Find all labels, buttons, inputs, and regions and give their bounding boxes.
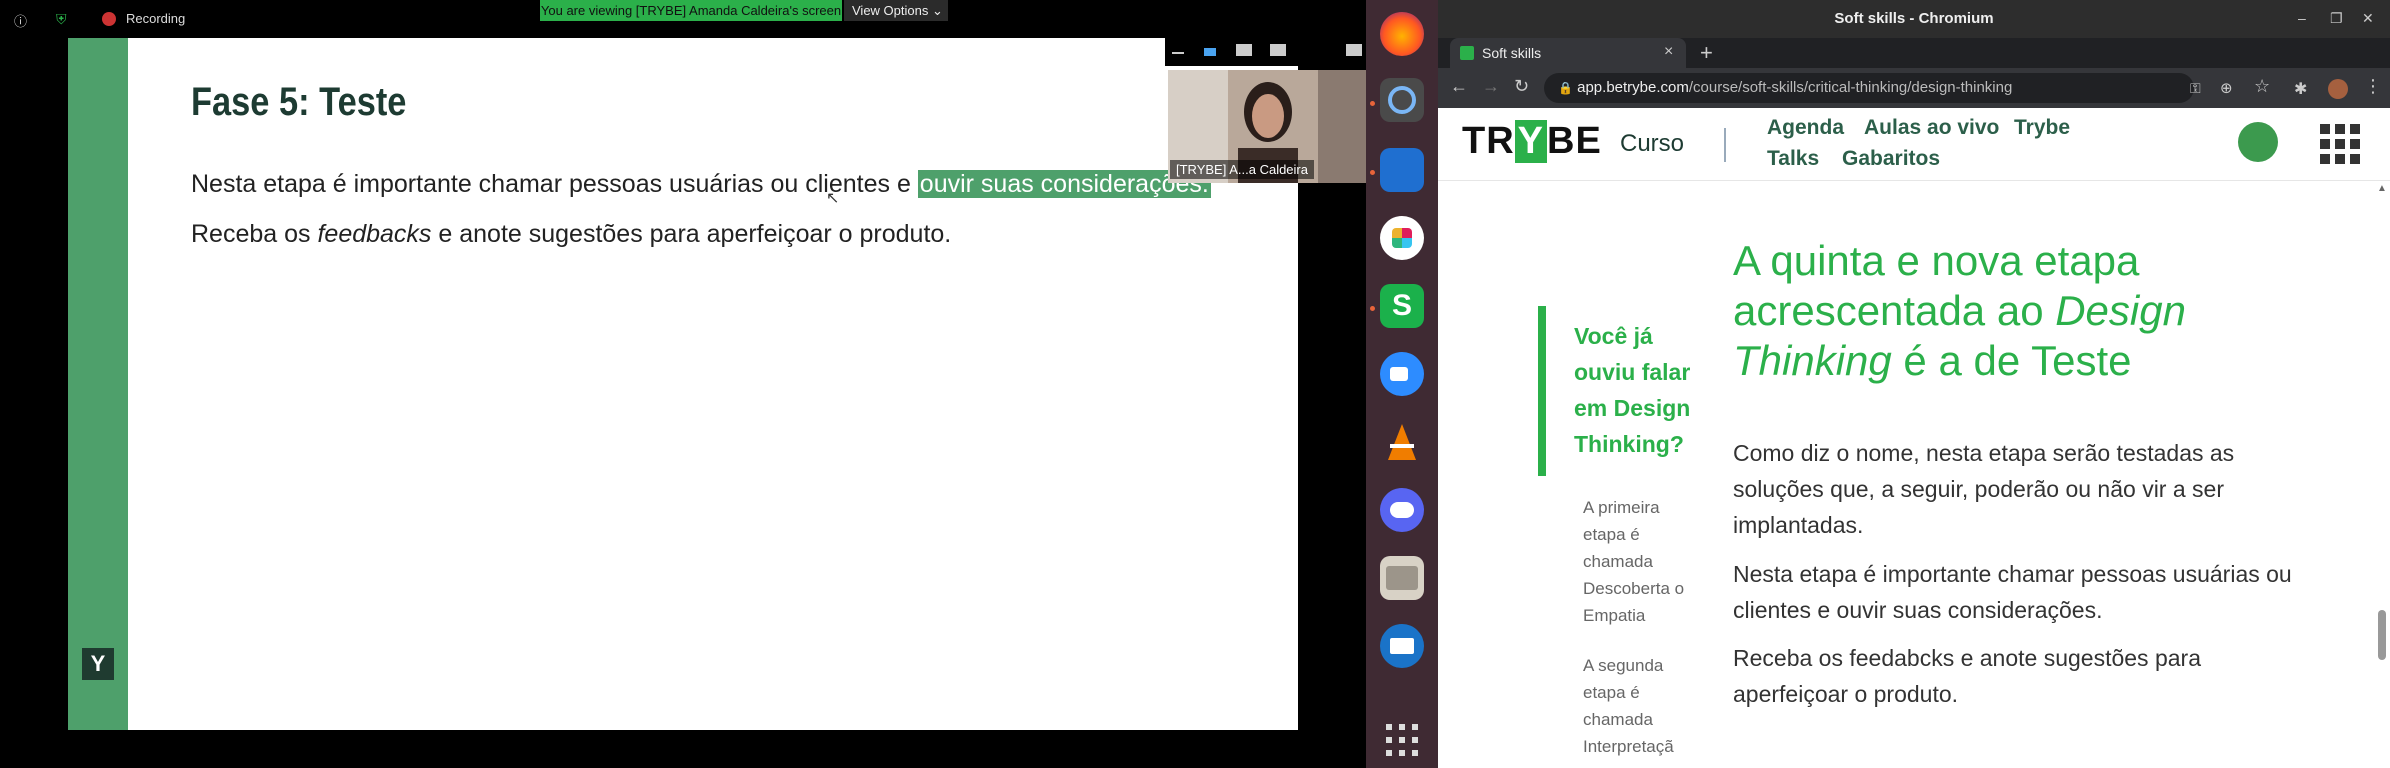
discord-icon[interactable] xyxy=(1380,488,1424,532)
nav-trybe[interactable]: Trybe xyxy=(2014,116,2070,140)
vscode-icon[interactable] xyxy=(1380,148,1424,192)
slide-highlight: ouvir suas considerações. xyxy=(917,170,1211,198)
slide-logo: Y xyxy=(82,648,114,680)
url-path: /course/soft-skills/critical-thinking/de… xyxy=(1688,79,2013,96)
close-window-icon[interactable]: ✕ xyxy=(2362,10,2374,27)
tab-title: Soft skills xyxy=(1482,45,1542,61)
running-indicator xyxy=(1370,170,1375,175)
slide-line-1-text: Nesta etapa é importante chamar pessoas … xyxy=(191,170,918,198)
security-shield-icon[interactable]: ⛨ xyxy=(56,11,67,28)
sidebar-active-bar xyxy=(1538,306,1546,476)
menu-icon[interactable]: ⋮ xyxy=(2364,76,2382,97)
nav-curso[interactable]: Curso xyxy=(1620,130,1684,158)
paragraph-3: Receba os feedabcks e anote sugestões pa… xyxy=(1733,645,2201,707)
slide-line-2: Receba os feedbacks e anote sugestões pa… xyxy=(191,220,951,249)
slide-title: Fase 5: Teste xyxy=(191,80,407,124)
thunderbird-icon[interactable] xyxy=(1380,624,1424,668)
sidebar-item-1[interactable]: A primeira etapa é chamada Descoberta o … xyxy=(1583,494,1691,629)
running-indicator xyxy=(1370,101,1375,106)
apps-grid-icon[interactable] xyxy=(1380,718,1424,762)
slide-line-1: Nesta etapa é importante chamar pessoas … xyxy=(191,170,1211,199)
nav-aulas-ao-vivo[interactable]: Aulas ao vivo xyxy=(1864,116,1999,140)
forward-icon[interactable]: → xyxy=(1482,76,1500,97)
running-indicator xyxy=(1370,306,1375,311)
recording-icon xyxy=(102,12,116,26)
slide-accent-bar xyxy=(68,38,128,730)
sidebar-item-2[interactable]: A segunda etapa é chamada Interpretaçã xyxy=(1583,652,1691,760)
tab-close-icon[interactable]: × xyxy=(1664,43,1673,61)
restore-window-icon[interactable]: ❐ xyxy=(2330,10,2343,27)
brand-suffix: BE xyxy=(1547,120,1602,162)
speaker-view-icon[interactable] xyxy=(1236,44,1252,56)
firefox-icon[interactable] xyxy=(1380,12,1424,56)
recording-label: Recording xyxy=(126,11,186,26)
user-avatar[interactable] xyxy=(2238,122,2278,162)
sidebar-item-1-line: Empatia xyxy=(1583,606,1646,625)
view-options-label: View Options xyxy=(852,3,929,18)
paragraph-1: Como diz o nome, nesta etapa serão testa… xyxy=(1733,440,2235,538)
info-icon[interactable]: ⓘ xyxy=(14,11,27,30)
paragraph-2: Nesta etapa é importante chamar pessoas … xyxy=(1733,561,2292,623)
trybe-logo[interactable]: TRYBE xyxy=(1462,120,1602,163)
slide-line-2-suffix: e anote sugestões para aperfeiçoar o pro… xyxy=(431,220,952,248)
sidebar-item-2-line: A segunda xyxy=(1583,656,1664,675)
viewing-banner: You are viewing [TRYBE] Amanda Caldeira'… xyxy=(540,0,842,21)
tab-soft-skills[interactable]: Soft skills xyxy=(1450,38,1686,68)
sidebar-item-1-line: chamada xyxy=(1583,552,1653,571)
scroll-up-icon[interactable]: ▲ xyxy=(2377,183,2387,194)
nav-gabaritos[interactable]: Gabaritos xyxy=(1842,147,1940,171)
sidebar-item-1-line: etapa é xyxy=(1583,525,1640,544)
zoom-icon[interactable] xyxy=(1380,352,1424,396)
view-options-button[interactable]: View Options ⌄ xyxy=(844,0,948,21)
single-video-icon[interactable] xyxy=(1204,48,1216,56)
profile-avatar[interactable] xyxy=(2328,79,2348,99)
minimize-video-icon[interactable] xyxy=(1172,52,1184,54)
minimize-window-icon[interactable]: – xyxy=(2298,10,2306,26)
wps-icon[interactable]: S xyxy=(1380,284,1424,328)
sidebar-item-2-line: etapa é xyxy=(1583,683,1640,702)
address-bar[interactable]: 🔒 app.betrybe.com/course/soft-skills/cri… xyxy=(1544,73,2194,103)
nav-divider xyxy=(1724,128,1726,162)
sidebar-item-2-line: Interpretaçã xyxy=(1583,737,1674,756)
files-icon[interactable] xyxy=(1380,556,1424,600)
url-domain: app.betrybe.com xyxy=(1577,79,1689,96)
apps-menu-icon[interactable] xyxy=(2320,124,2360,164)
nav-agenda[interactable]: Agenda xyxy=(1767,116,1844,140)
sidebar-item-1-line: A primeira xyxy=(1583,498,1660,517)
slide-line-2-italic: feedbacks xyxy=(317,220,432,248)
headline-part-2: é a de Teste xyxy=(1891,337,2132,384)
window-title: Soft skills - Chromium xyxy=(1438,0,2390,38)
shared-slide xyxy=(68,38,1298,730)
bookmark-star-icon[interactable]: ☆ xyxy=(2254,76,2270,97)
sidebar-item-1-line: Descoberta o xyxy=(1583,579,1685,598)
nav-talks[interactable]: Talks xyxy=(1767,147,1819,171)
side-by-side-icon[interactable] xyxy=(1346,44,1362,56)
gallery-view-icon[interactable] xyxy=(1270,44,1286,56)
section-headline: A quinta e nova etapa acrescentada ao De… xyxy=(1733,236,2273,386)
chromium-icon[interactable] xyxy=(1380,78,1424,122)
reload-icon[interactable]: ↻ xyxy=(1514,76,1529,97)
key-icon[interactable]: ⚿ xyxy=(2190,80,2201,97)
video-layout-controls xyxy=(1165,38,1367,66)
chevron-down-icon: ⌄ xyxy=(931,3,943,18)
lock-icon: 🔒 xyxy=(1558,81,1573,95)
extensions-icon[interactable]: ✱ xyxy=(2294,79,2307,99)
slide-line-2-prefix: Receba os xyxy=(191,220,318,248)
zoom-icon[interactable]: ⊕ xyxy=(2220,79,2233,97)
brand-prefix: TR xyxy=(1462,120,1515,162)
sidebar-item-2-line: chamada xyxy=(1583,710,1653,729)
participant-name-label: [TRYBE] A...a Caldeira xyxy=(1170,160,1314,179)
slack-icon[interactable] xyxy=(1380,216,1424,260)
back-icon[interactable]: ← xyxy=(1450,76,1468,97)
scrollbar-thumb[interactable] xyxy=(2378,610,2386,660)
tab-favicon-icon xyxy=(1460,46,1474,60)
new-tab-button[interactable]: + xyxy=(1700,40,1713,66)
brand-box: Y xyxy=(1514,120,1548,163)
vlc-icon[interactable] xyxy=(1380,420,1424,464)
mouse-cursor-icon: ↖ xyxy=(826,190,840,207)
sidebar-item-active[interactable]: Você já ouviu falar em Design Thinking? xyxy=(1574,318,1694,462)
